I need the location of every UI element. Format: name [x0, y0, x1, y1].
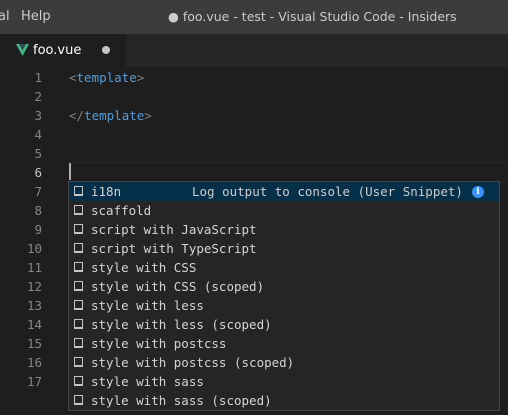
code-editor[interactable]: 1 2 3 4 5 6 7 8 9 10 11 12 13 14 15 16 1…	[0, 67, 508, 415]
menu-item-help[interactable]: Help	[21, 9, 51, 24]
info-icon[interactable]: i	[472, 186, 484, 198]
suggest-item-label: style with sass	[91, 374, 204, 389]
snippet-icon	[74, 395, 83, 405]
snippet-icon	[74, 376, 83, 386]
line-number: 7	[34, 184, 42, 199]
line-number: 13	[26, 298, 42, 313]
line-number: 3	[34, 108, 42, 123]
snippet-icon	[74, 281, 83, 291]
snippet-icon	[74, 205, 83, 215]
suggest-widget: i18n Log output to console (User Snippet…	[68, 181, 500, 411]
snippet-icon	[74, 338, 83, 348]
suggest-item-label: script with JavaScript	[91, 222, 257, 237]
suggest-item-label: style with CSS	[91, 260, 197, 275]
line-number: 8	[34, 203, 42, 218]
text-cursor	[69, 163, 71, 180]
line-number: 5	[34, 146, 42, 161]
line-number: 10	[26, 241, 42, 256]
tab-label: foo.vue	[33, 43, 82, 58]
vue-icon	[16, 44, 29, 56]
suggest-item-label: style with less	[91, 298, 204, 313]
line-number: 2	[34, 89, 42, 104]
suggest-item[interactable]: style with CSS (scoped)	[69, 277, 499, 296]
line-number: 1	[34, 70, 42, 85]
suggest-item[interactable]: script with TypeScript	[69, 239, 499, 258]
line-number: 9	[34, 222, 42, 237]
tag-bracket: >	[136, 70, 145, 85]
suggest-item-selected[interactable]: i18n Log output to console (User Snippet…	[69, 182, 499, 201]
suggest-item-label: style with postcss	[91, 336, 227, 351]
suggest-item[interactable]: scaffold	[69, 201, 499, 220]
line-number: 17	[26, 374, 42, 389]
tag-name: template	[76, 70, 137, 85]
line-number: 11	[26, 260, 42, 275]
line-number: 12	[26, 279, 42, 294]
current-line-highlight	[68, 162, 508, 182]
tab-bar: foo.vue	[0, 34, 508, 67]
code-line-3[interactable]: </template>	[69, 106, 152, 125]
suggest-item[interactable]: style with postcss (scoped)	[69, 353, 499, 372]
line-number: 14	[26, 317, 42, 332]
suggest-item[interactable]: style with less (scoped)	[69, 315, 499, 334]
snippet-icon	[74, 186, 83, 196]
snippet-icon	[74, 357, 83, 367]
suggest-item[interactable]: script with JavaScript	[69, 220, 499, 239]
line-number-active: 6	[34, 165, 42, 180]
menu-item-partial[interactable]: al	[0, 9, 10, 24]
snippet-icon	[74, 300, 83, 310]
suggest-item-label: i18n	[91, 184, 122, 199]
line-number: 16	[26, 355, 42, 370]
snippet-icon	[74, 262, 83, 272]
code-line-1[interactable]: <template>	[69, 68, 144, 87]
title-bar: al Help ● foo.vue - test - Visual Studio…	[0, 0, 508, 34]
tab-foo-vue[interactable]: foo.vue	[0, 34, 126, 67]
suggest-item-label: style with postcss (scoped)	[91, 355, 295, 370]
tag-bracket: >	[144, 108, 152, 123]
suggest-item[interactable]: style with postcss	[69, 334, 499, 353]
suggest-item-label: scaffold	[91, 203, 152, 218]
tag-bracket: </	[69, 108, 85, 123]
suggest-item-label: style with CSS (scoped)	[91, 279, 265, 294]
line-number: 4	[34, 127, 42, 142]
snippet-icon	[74, 319, 83, 329]
line-number: 15	[26, 336, 42, 351]
snippet-icon	[74, 243, 83, 253]
unsaved-dot-icon[interactable]	[102, 46, 110, 54]
suggest-item-label: style with less (scoped)	[91, 317, 272, 332]
suggest-item[interactable]: style with CSS	[69, 258, 499, 277]
suggest-item[interactable]: style with sass	[69, 372, 499, 391]
snippet-icon	[74, 224, 83, 234]
tag-name: template	[84, 108, 145, 123]
suggest-item[interactable]: style with less	[69, 296, 499, 315]
window-title: ● foo.vue - test - Visual Studio Code - …	[168, 9, 457, 24]
suggest-item-label: script with TypeScript	[91, 241, 257, 256]
tag-bracket: <	[69, 70, 77, 85]
suggest-item[interactable]: style with sass (scoped)	[69, 391, 499, 410]
suggest-item-detail: Log output to console (User Snippet)	[192, 184, 463, 199]
suggest-item-label: style with sass (scoped)	[91, 393, 272, 408]
